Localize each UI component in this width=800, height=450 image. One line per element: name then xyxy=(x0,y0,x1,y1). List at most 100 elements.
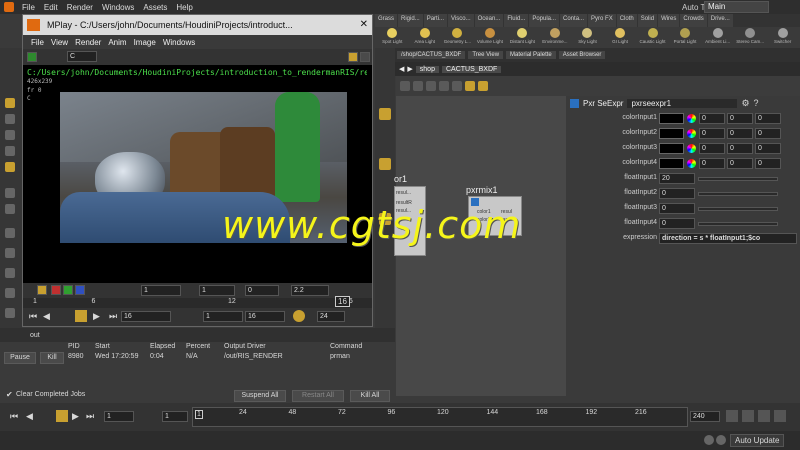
color-swatch[interactable] xyxy=(659,158,684,169)
auto-update-select[interactable]: Auto Update xyxy=(730,434,785,447)
shelf-tool-10[interactable]: Ambient Li... xyxy=(702,28,733,47)
pane-menu-icon[interactable] xyxy=(400,81,410,91)
realtime-icon[interactable] xyxy=(293,310,305,322)
shelf-tool-12[interactable]: Switcher xyxy=(767,28,798,47)
shelf-tab-2[interactable]: Parti... xyxy=(423,14,448,27)
first-frame-icon[interactable]: ⏮ xyxy=(29,311,37,322)
end-frame-field[interactable]: 16 xyxy=(245,311,285,322)
info-icon[interactable] xyxy=(716,435,726,445)
shelf-tab-11[interactable]: Wires xyxy=(658,14,680,27)
color-component-field[interactable]: 0 xyxy=(755,143,781,154)
shelf-tool-8[interactable]: Caustic Light xyxy=(637,28,668,47)
main-prev-icon[interactable]: ◀ xyxy=(26,411,33,422)
shelf-tool-6[interactable]: Sky Light xyxy=(572,28,603,47)
wire-icon[interactable] xyxy=(426,81,436,91)
main-current-frame[interactable]: 1 xyxy=(195,410,203,419)
float-field[interactable]: 0 xyxy=(659,188,695,199)
tab-cactus-bxdf[interactable]: /shop/CACTUS_BXDF xyxy=(397,51,466,59)
play-icon[interactable]: ▶ xyxy=(93,311,100,322)
shelf-tool-5[interactable]: Environme... xyxy=(540,28,571,47)
shelf-tab-9[interactable]: Cloth xyxy=(616,14,637,27)
float-slider[interactable] xyxy=(698,222,778,226)
mplay-view-icon[interactable] xyxy=(27,52,37,62)
prev-frame-icon[interactable]: ◀ xyxy=(43,311,50,322)
shelf-tool-9[interactable]: Portal Light xyxy=(670,28,701,47)
main-timeline[interactable]: 1 24 48 72 96 120 144 168 192 216 xyxy=(192,407,688,427)
exposure-field[interactable]: 1 xyxy=(141,285,181,296)
shelf-tool-0[interactable]: Spot Light xyxy=(377,28,408,47)
float-field[interactable]: 0 xyxy=(659,218,695,229)
color-component-field[interactable]: 0 xyxy=(699,128,725,139)
color-component-field[interactable]: 0 xyxy=(727,128,753,139)
mplay-menu-anim[interactable]: Anim xyxy=(108,38,126,47)
color-wheel-icon[interactable] xyxy=(687,129,696,138)
shelf-tool-4[interactable]: Distant Light xyxy=(507,28,538,47)
color-wheel-icon[interactable] xyxy=(687,114,696,123)
fps-field[interactable]: 24 xyxy=(317,311,345,322)
shelf-tab-12[interactable]: Crowds xyxy=(680,14,707,27)
menu-file[interactable]: File xyxy=(22,3,35,12)
main-play-icon[interactable]: ▶ xyxy=(72,411,79,422)
help-icon[interactable]: ? xyxy=(754,98,759,108)
channel-select[interactable]: C xyxy=(67,51,97,62)
grid-icon[interactable] xyxy=(360,52,370,62)
window-close-icon[interactable]: ✕ xyxy=(360,15,368,35)
loop-icon[interactable] xyxy=(758,410,770,422)
viewport-light-icon[interactable] xyxy=(379,158,391,170)
mplay-title-bar[interactable]: MPlay - C:/Users/john/Documents/HoudiniP… xyxy=(23,15,372,35)
color-component-field[interactable]: 0 xyxy=(727,158,753,169)
back-arrow-icon[interactable]: ◀ xyxy=(399,65,404,73)
shelf-tab-3[interactable]: Visco... xyxy=(448,14,474,27)
mplay-current-frame[interactable]: 16 xyxy=(335,296,350,307)
color-component-field[interactable]: 0 xyxy=(699,158,725,169)
tab-asset-browser[interactable]: Asset Browser xyxy=(558,51,606,59)
layout-icon[interactable] xyxy=(439,81,449,91)
gear-icon[interactable]: ⚙ xyxy=(741,98,749,109)
light-tool-icon[interactable] xyxy=(5,228,15,238)
key-icon[interactable] xyxy=(726,410,738,422)
green-channel-icon[interactable] xyxy=(63,285,73,295)
snap-tool-icon[interactable] xyxy=(5,204,15,214)
menu-windows[interactable]: Windows xyxy=(102,3,134,12)
status-icon[interactable] xyxy=(704,435,714,445)
red-channel-icon[interactable] xyxy=(51,285,61,295)
main-step-field[interactable]: 1 xyxy=(162,411,188,422)
float-field[interactable]: 0 xyxy=(659,203,695,214)
scale-tool-icon[interactable] xyxy=(5,146,15,156)
color-component-field[interactable]: 0 xyxy=(699,113,725,124)
shelf-tool-7[interactable]: GI Light xyxy=(605,28,636,47)
suspend-all-button[interactable]: Suspend All xyxy=(234,390,286,402)
move-tool-icon[interactable] xyxy=(5,114,15,124)
check-icon[interactable]: ✔ xyxy=(6,390,13,399)
mplay-image-area[interactable]: C:/Users/john/Documents/HoudiniProjects/… xyxy=(23,65,372,283)
main-first-frame-icon[interactable]: ⏮ xyxy=(10,411,18,422)
restart-all-button[interactable]: Restart All xyxy=(292,390,344,402)
step-field[interactable]: 1 xyxy=(203,311,243,322)
blue-channel-icon[interactable] xyxy=(75,285,85,295)
start-frame-field[interactable]: 16 xyxy=(121,311,171,322)
main-last-frame-icon[interactable]: ⏭ xyxy=(86,411,94,422)
select-tool-icon[interactable] xyxy=(5,98,15,108)
color-wheel-icon[interactable] xyxy=(687,144,696,153)
mplay-menu-image[interactable]: Image xyxy=(134,38,156,47)
shelf-tab-7[interactable]: Conta... xyxy=(560,14,588,27)
rotate-tool-icon[interactable] xyxy=(5,130,15,140)
shelf-tab-0[interactable]: Grass xyxy=(375,14,398,27)
brightness-field[interactable]: 1 xyxy=(199,285,235,296)
main-end-field[interactable]: 240 xyxy=(690,411,720,422)
kill-button[interactable]: Kill xyxy=(40,352,64,364)
menu-assets[interactable]: Assets xyxy=(143,3,167,12)
gamma-field[interactable]: 2.2 xyxy=(291,285,329,296)
shelf-tab-5[interactable]: Fluid... xyxy=(504,14,529,27)
settings-icon[interactable] xyxy=(774,410,786,422)
color-icon[interactable] xyxy=(478,81,488,91)
shelf-tab-1[interactable]: Rigid... xyxy=(398,14,423,27)
grid-snap-icon[interactable] xyxy=(452,81,462,91)
main-start-field[interactable]: 1 xyxy=(104,411,134,422)
mplay-menu-view[interactable]: View xyxy=(51,38,68,47)
color-wheel-icon[interactable] xyxy=(687,159,696,168)
viewport-lock-icon[interactable] xyxy=(379,108,391,120)
shelf-tab-13[interactable]: Drive... xyxy=(707,14,733,27)
camera-tool-icon[interactable] xyxy=(5,288,15,298)
stop-icon[interactable] xyxy=(75,310,87,322)
